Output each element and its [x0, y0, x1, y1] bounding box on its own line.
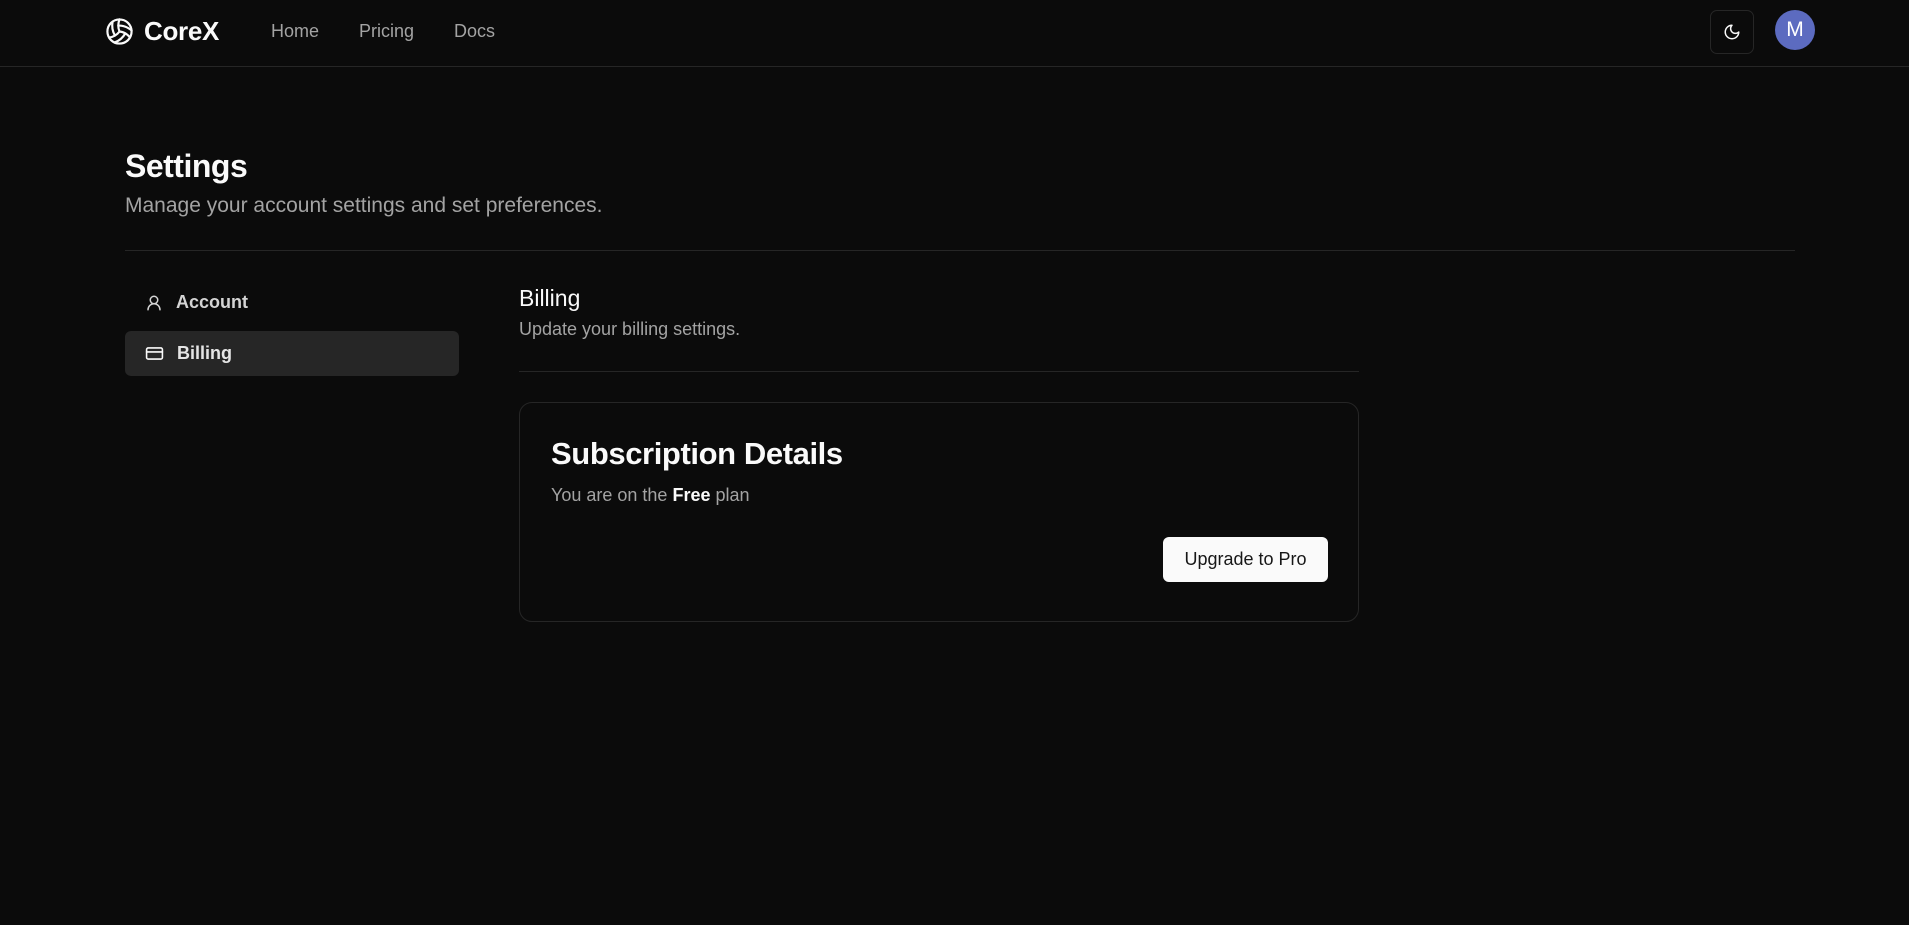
plan-text-suffix: plan — [715, 485, 750, 505]
section-subtitle: Update your billing settings. — [519, 319, 741, 339]
theme-toggle-button[interactable] — [1710, 10, 1754, 54]
sidebar-item-label: Account — [176, 292, 248, 312]
upgrade-to-pro-button[interactable]: Upgrade to Pro — [1163, 537, 1328, 582]
plan-name: Free — [672, 485, 711, 505]
page-title: Settings — [125, 148, 248, 184]
user-icon — [147, 295, 161, 310]
user-avatar[interactable]: M — [1775, 10, 1815, 50]
brand-name: CoreX — [144, 15, 220, 46]
volleyball-logo-icon — [106, 17, 133, 45]
subscription-plan-text: You are on the Free plan — [551, 483, 750, 507]
page-subtitle: Manage your account settings and set pre… — [125, 194, 603, 217]
sidebar-item-billing[interactable]: Billing — [125, 331, 459, 376]
main-nav: Home Pricing Docs — [271, 19, 495, 43]
section-divider — [519, 371, 1359, 372]
sidebar-item-account[interactable]: Account — [125, 280, 459, 325]
nav-link-pricing[interactable]: Pricing — [359, 19, 414, 43]
top-navbar: CoreX Home Pricing Docs M — [0, 0, 1909, 67]
subscription-title: Subscription Details — [551, 436, 843, 471]
plan-text-prefix: You are on the — [551, 485, 668, 505]
subscription-card: Subscription Details You are on the Free… — [519, 402, 1359, 622]
brand-link[interactable]: CoreX — [105, 16, 219, 46]
section-title: Billing — [519, 285, 581, 311]
nav-link-home[interactable]: Home — [271, 19, 319, 43]
credit-card-icon — [145, 347, 164, 360]
moon-icon — [1724, 24, 1740, 40]
sidebar-item-label: Billing — [177, 343, 232, 363]
page-divider — [125, 250, 1795, 251]
nav-link-docs[interactable]: Docs — [454, 19, 495, 43]
